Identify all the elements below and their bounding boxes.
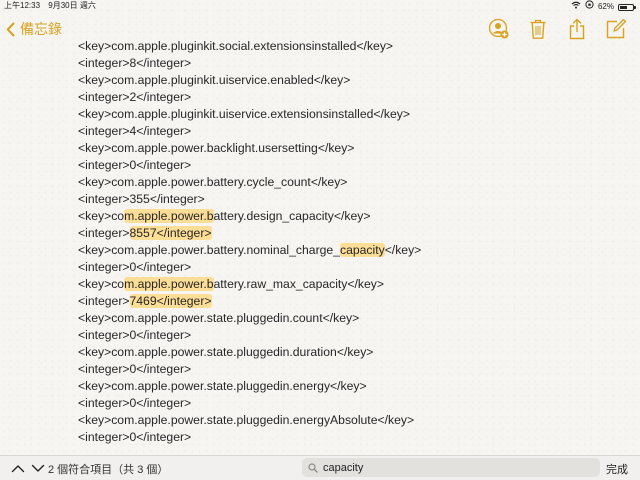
note-line-text: <integer>355</integer> bbox=[78, 192, 205, 206]
search-match-highlight: m.apple.power.b bbox=[124, 209, 214, 223]
note-line: <key>com.apple.power.backlight.usersetti… bbox=[78, 140, 618, 157]
note-line-text: <key>com.apple.power.state.pluggedin.ene… bbox=[78, 379, 367, 393]
note-line-text: <key>com.apple.power.state.pluggedin.ene… bbox=[78, 413, 415, 427]
note-line-text: <key>com.apple.power.backlight.usersetti… bbox=[78, 141, 355, 155]
search-match-highlight: capacity bbox=[339, 243, 385, 257]
note-line-text: <integer>0</integer> bbox=[78, 328, 192, 342]
note-line-text: <integer>0</integer> bbox=[78, 430, 192, 444]
note-line-text: <integer>2</integer> bbox=[78, 90, 192, 104]
note-line: <integer>0</integer> bbox=[78, 157, 618, 174]
note-line-text: <key>com.apple.power.battery.nominal_cha… bbox=[78, 243, 340, 257]
previous-match-button[interactable] bbox=[10, 460, 26, 476]
note-line: <key>com.apple.power.battery.nominal_cha… bbox=[78, 242, 618, 259]
note-body[interactable]: <key>com.apple.pluginkit.social.extensio… bbox=[78, 38, 618, 446]
note-line: <key>com.apple.pluginkit.social.extensio… bbox=[78, 38, 618, 55]
note-line: <integer>0</integer> bbox=[78, 327, 618, 344]
note-line: <key>com.apple.pluginkit.uiservice.enabl… bbox=[78, 72, 618, 89]
note-line-text: <key>com.apple.pluginkit.uiservice.exten… bbox=[78, 107, 410, 121]
note-line: <key>com.apple.pluginkit.uiservice.exten… bbox=[78, 106, 618, 123]
battery-percent: 62% bbox=[597, 1, 614, 11]
note-line-text: <integer> bbox=[78, 294, 130, 308]
note-line: <integer>0</integer> bbox=[78, 361, 618, 378]
note-line-text: <key>com.apple.power.state.pluggedin.cou… bbox=[78, 311, 360, 325]
wifi-icon bbox=[571, 1, 581, 13]
note-line-text: <key>com.apple.pluginkit.social.extensio… bbox=[78, 39, 394, 53]
note-line-text: <key>com.apple.power.state.pluggedin.dur… bbox=[78, 345, 374, 359]
note-line: <integer>355</integer> bbox=[78, 191, 618, 208]
note-line-text: <key>com.apple.power.battery.cycle_count… bbox=[78, 175, 348, 189]
note-line: <integer>0</integer> bbox=[78, 259, 618, 276]
note-line: <key>com.apple.power.battery.cycle_count… bbox=[78, 174, 618, 191]
note-line: <integer>8557</integer> bbox=[78, 225, 618, 242]
note-line: <key>com.apple.power.battery.design_capa… bbox=[78, 208, 618, 225]
search-field[interactable] bbox=[302, 458, 600, 477]
battery-icon bbox=[618, 3, 636, 11]
note-line: <integer>8</integer> bbox=[78, 55, 618, 72]
note-line-text: <key>com.apple.pluginkit.uiservice.enabl… bbox=[78, 73, 351, 87]
status-date: 9月30日 週六 bbox=[48, 1, 96, 10]
share-icon bbox=[569, 18, 585, 40]
note-line: <key>com.apple.power.state.pluggedin.dur… bbox=[78, 344, 618, 361]
compose-icon bbox=[606, 18, 627, 39]
status-left: 上午12:33 9月30日 週六 bbox=[4, 0, 102, 12]
match-count: 2 個符合項目（共 3 個） bbox=[48, 464, 169, 476]
note-line-text: <integer>0</integer> bbox=[78, 362, 192, 376]
search-match-highlight: m.apple.power.b bbox=[124, 277, 214, 291]
find-bar: 2 個符合項目（共 3 個） 完成 bbox=[0, 455, 640, 480]
battery-fill bbox=[620, 5, 627, 9]
note-line-text: <integer>0</integer> bbox=[78, 260, 192, 274]
note-line-text: <integer>8</integer> bbox=[78, 56, 192, 70]
note-line: <integer>0</integer> bbox=[78, 429, 618, 446]
chevron-down-icon bbox=[31, 464, 45, 472]
status-time: 上午12:33 bbox=[4, 1, 41, 10]
search-match-highlight: 7469</integer> bbox=[129, 294, 212, 308]
note-line-text: <key>co bbox=[78, 209, 125, 223]
note-line: <key>com.apple.power.state.pluggedin.cou… bbox=[78, 310, 618, 327]
note-line: <integer>0</integer> bbox=[78, 395, 618, 412]
note-line: <integer>2</integer> bbox=[78, 89, 618, 106]
note-line: <integer>7469</integer> bbox=[78, 293, 618, 310]
note-line-text: <key>co bbox=[78, 277, 125, 291]
search-match-highlight: 8557</integer> bbox=[129, 226, 212, 240]
search-input[interactable] bbox=[323, 461, 583, 474]
find-navigation bbox=[10, 460, 46, 476]
done-button[interactable]: 完成 bbox=[606, 461, 628, 477]
back-label: 備忘錄 bbox=[20, 21, 62, 37]
status-bar: 上午12:33 9月30日 週六 62% bbox=[0, 0, 640, 12]
note-line: <key>com.apple.power.battery.raw_max_cap… bbox=[78, 276, 618, 293]
note-line: <key>com.apple.power.state.pluggedin.ene… bbox=[78, 412, 618, 429]
note-line-text: <integer>4</integer> bbox=[78, 124, 192, 138]
note-line: <key>com.apple.power.state.pluggedin.ene… bbox=[78, 378, 618, 395]
note-line-text: <integer> bbox=[78, 226, 130, 240]
chevron-up-icon bbox=[11, 464, 25, 472]
note-line-text: attery.design_capacity</key> bbox=[213, 209, 371, 223]
note-line-text: <integer>0</integer> bbox=[78, 396, 192, 410]
note-line-text: attery.raw_max_capacity</key> bbox=[213, 277, 384, 291]
note-line: <integer>4</integer> bbox=[78, 123, 618, 140]
trash-icon bbox=[530, 19, 546, 39]
chevron-left-icon bbox=[6, 22, 15, 36]
search-icon bbox=[308, 462, 318, 473]
note-line-text: </key> bbox=[384, 243, 422, 257]
next-match-button[interactable] bbox=[30, 460, 46, 476]
add-people-icon bbox=[488, 18, 509, 39]
back-button[interactable]: 備忘錄 bbox=[6, 19, 62, 39]
note-line-text: <integer>0</integer> bbox=[78, 158, 192, 172]
